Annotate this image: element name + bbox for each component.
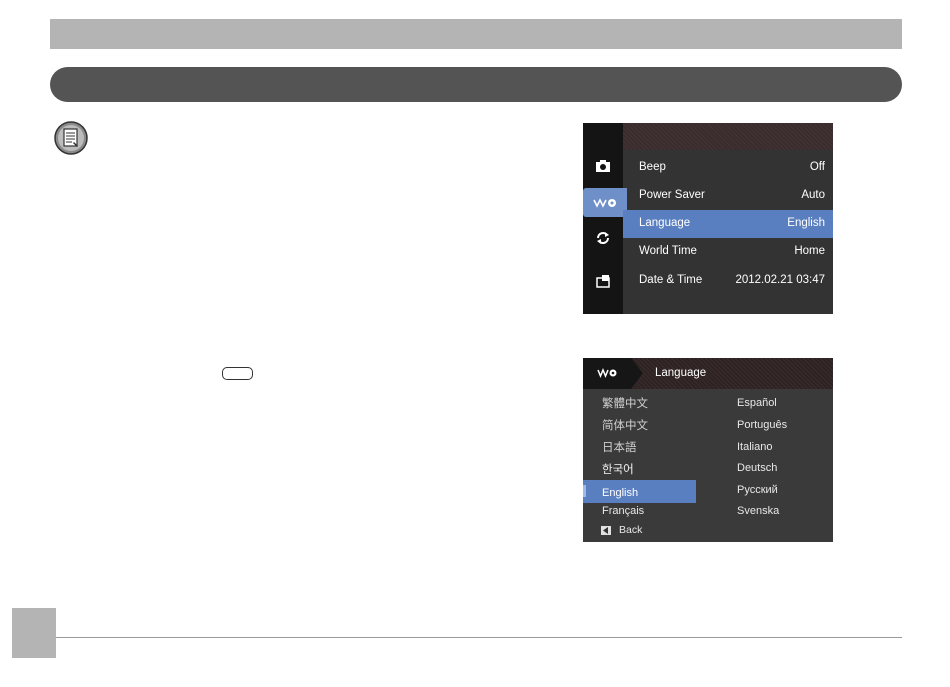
language-option[interactable]: Français (602, 505, 644, 517)
language-option[interactable]: 日本語 (602, 439, 637, 455)
menu-item-label: Beep (639, 161, 666, 173)
language-option[interactable]: 简体中文 (602, 417, 648, 433)
language-option[interactable]: Русский (737, 484, 778, 496)
back-left-icon[interactable] (601, 526, 611, 535)
playback-tab[interactable] (587, 225, 619, 251)
connection-icon (596, 275, 610, 288)
button-symbol-icon (222, 367, 253, 380)
header-bar (50, 19, 902, 49)
settings-icon (593, 197, 616, 208)
note-icon (54, 121, 88, 155)
menu-item-language[interactable]: Language English (623, 210, 833, 238)
footer-divider (56, 637, 902, 638)
language-option[interactable]: Español (737, 397, 777, 409)
settings-menu-screen: Beep Off Power Saver Auto Language Engli… (583, 123, 833, 314)
language-option[interactable]: Português (737, 419, 787, 431)
selection-marker (583, 485, 586, 497)
menu-item-value: English (787, 217, 825, 229)
menu-item-value: Auto (801, 189, 825, 201)
language-option[interactable]: 繁體中文 (602, 395, 648, 411)
language-option[interactable]: 한국어 (602, 461, 634, 477)
menu-item-label: Power Saver (639, 189, 705, 201)
camera-tab[interactable] (587, 153, 619, 179)
camera-icon (596, 160, 610, 172)
menu-item-beep[interactable]: Beep Off (623, 154, 833, 182)
connection-tab[interactable] (587, 268, 619, 294)
menu-item-value: Home (794, 245, 825, 257)
menu-item-value: Off (809, 161, 825, 173)
menu-item-value: 2012.02.21 03:47 (735, 274, 825, 286)
menu-item-power-saver[interactable]: Power Saver Auto (623, 182, 833, 210)
back-label[interactable]: Back (619, 524, 642, 536)
playback-icon (597, 232, 609, 244)
language-option[interactable]: Svenska (737, 505, 779, 517)
menu-item-label: Date & Time (639, 274, 703, 286)
screen-title: Language (655, 367, 707, 379)
menu-item-world-time[interactable]: World Time Home (623, 238, 833, 266)
menu-item-date-time[interactable]: Date & Time 2012.02.21 03:47 (623, 267, 833, 295)
language-option[interactable]: Deutsch (737, 462, 777, 474)
section-title-bar (50, 67, 902, 102)
selection-highlight (583, 480, 696, 503)
language-option[interactable]: Italiano (737, 441, 772, 453)
settings-icon (597, 368, 617, 378)
settings-tab[interactable] (583, 188, 627, 217)
menu-item-label: Language (639, 217, 691, 229)
menu-item-label: World Time (639, 245, 697, 257)
language-option-selected[interactable]: English (602, 487, 638, 499)
page-number-box (12, 608, 56, 658)
language-select-screen: Language 繁體中文 简体中文 日本語 한국어 English Franç… (583, 358, 833, 542)
menu-header (623, 123, 833, 150)
